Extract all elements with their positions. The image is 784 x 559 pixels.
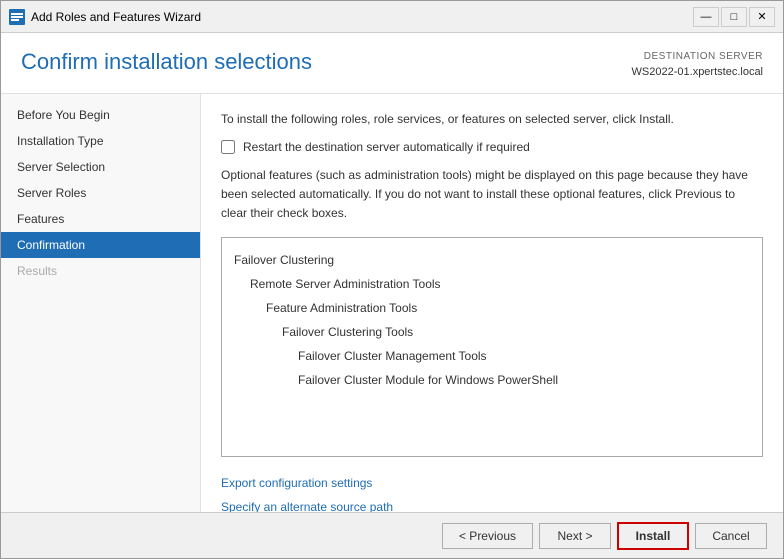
app-icon [9, 9, 25, 25]
sidebar-item-server-selection[interactable]: Server Selection [1, 154, 200, 180]
feature-item-1: Remote Server Administration Tools [234, 272, 750, 296]
links-section: Export configuration settings Specify an… [221, 471, 763, 512]
sidebar-item-confirmation[interactable]: Confirmation [1, 232, 200, 258]
optional-notice-text: Optional features (such as administratio… [221, 166, 763, 224]
restore-button[interactable]: □ [721, 7, 747, 27]
window-title: Add Roles and Features Wizard [31, 10, 693, 24]
feature-item-4: Failover Cluster Management Tools [234, 344, 750, 368]
close-button[interactable]: ✕ [749, 7, 775, 27]
install-button[interactable]: Install [617, 522, 689, 550]
sidebar-item-installation-type[interactable]: Installation Type [1, 128, 200, 154]
feature-item-3: Failover Clustering Tools [234, 320, 750, 344]
page-title: Confirm installation selections [21, 49, 312, 75]
page-header: Confirm installation selections DESTINAT… [1, 33, 783, 94]
features-box: Failover Clustering Remote Server Admini… [221, 237, 763, 457]
window: Add Roles and Features Wizard — □ ✕ Conf… [0, 0, 784, 559]
main-content: Before You Begin Installation Type Serve… [1, 94, 783, 513]
sidebar-item-features[interactable]: Features [1, 206, 200, 232]
sidebar-item-results: Results [1, 258, 200, 284]
restart-checkbox-label[interactable]: Restart the destination server automatic… [243, 140, 530, 154]
sidebar-item-server-roles[interactable]: Server Roles [1, 180, 200, 206]
alternate-source-link[interactable]: Specify an alternate source path [221, 495, 763, 512]
footer: < Previous Next > Install Cancel [1, 512, 783, 558]
feature-item-0: Failover Clustering [234, 248, 750, 272]
window-controls: — □ ✕ [693, 7, 775, 27]
next-button[interactable]: Next > [539, 523, 611, 549]
sidebar: Before You Begin Installation Type Serve… [1, 94, 201, 513]
destination-server-name: WS2022-01.xpertstec.local [632, 64, 763, 81]
destination-server-info: DESTINATION SERVER WS2022-01.xpertstec.l… [632, 49, 763, 81]
cancel-button[interactable]: Cancel [695, 523, 767, 549]
instructions-text: To install the following roles, role ser… [221, 110, 763, 128]
feature-item-2: Feature Administration Tools [234, 296, 750, 320]
restart-checkbox[interactable] [221, 140, 235, 154]
previous-button[interactable]: < Previous [442, 523, 533, 549]
title-bar: Add Roles and Features Wizard — □ ✕ [1, 1, 783, 33]
sidebar-item-before-you-begin[interactable]: Before You Begin [1, 102, 200, 128]
minimize-button[interactable]: — [693, 7, 719, 27]
right-panel: To install the following roles, role ser… [201, 94, 783, 513]
restart-checkbox-row: Restart the destination server automatic… [221, 140, 763, 154]
feature-item-5: Failover Cluster Module for Windows Powe… [234, 368, 750, 392]
destination-label: DESTINATION SERVER [632, 49, 763, 64]
export-config-link[interactable]: Export configuration settings [221, 471, 763, 495]
